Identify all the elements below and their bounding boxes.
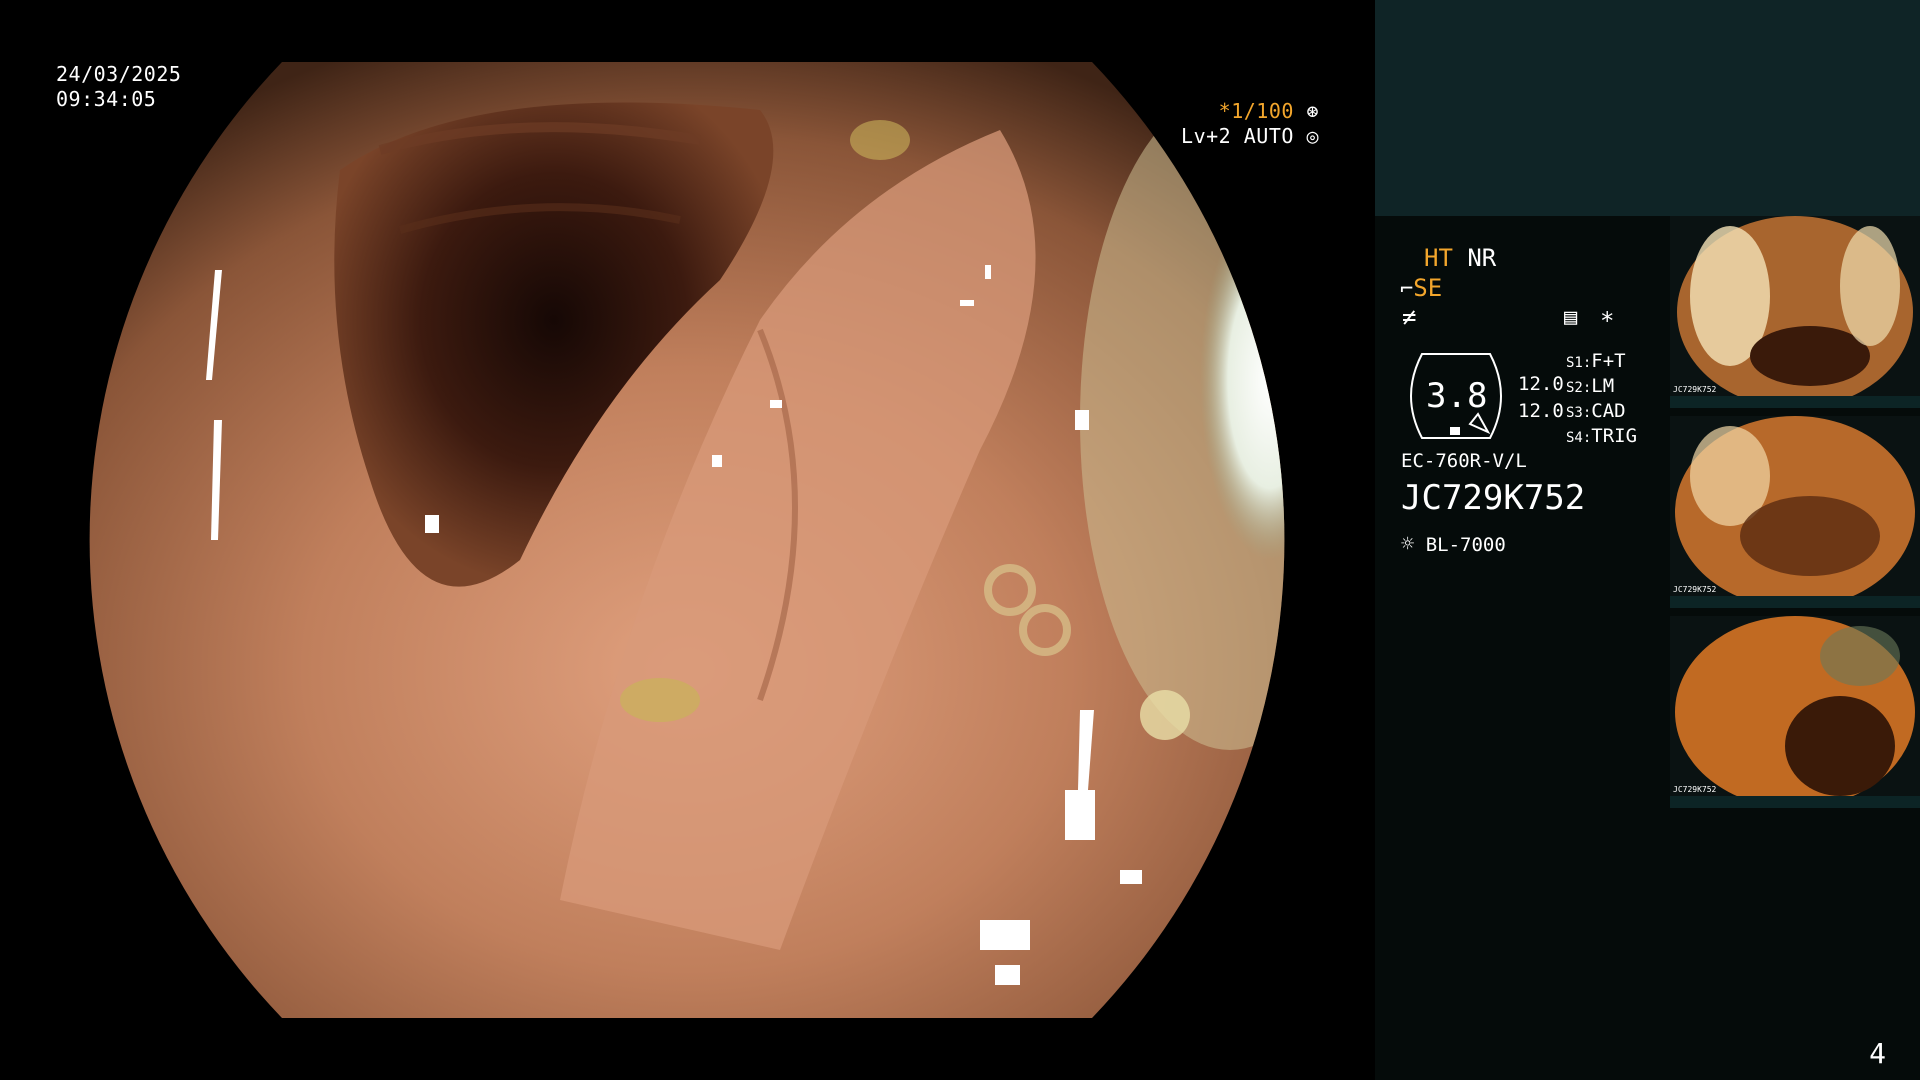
thumbnail-3[interactable]: JC729K752 [1670,616,1920,808]
light-source-icon: ☼ [1401,532,1415,557]
thumbnail-1[interactable]: JC729K752 [1670,216,1920,408]
thumbnail-serial: JC729K752 [1673,585,1717,594]
light-source-text: BL-7000 [1425,534,1506,556]
light-source-row: ☼ BL-7000 [1401,533,1506,557]
shutter-icon: ⊛ [1306,99,1319,123]
thumbnail-image [1670,216,1920,408]
shutter-text: *1/100 [1218,99,1294,123]
thumbnail-image [1670,416,1920,608]
ht-label: HT NR [1424,244,1497,272]
level-text: Lv+2 AUTO [1181,124,1294,148]
thumbnail-2[interactable]: JC729K752 [1670,416,1920,608]
scope-serial: JC729K752 [1401,478,1586,518]
structure-enhance-icon: ⌐ [1400,277,1414,302]
switch-s1: S1:F+T [1566,350,1626,372]
gauge-value: 3.8 [1426,376,1488,416]
date-time-overlay: 24/03/2025 09:34:05 [56,62,181,112]
thumbnail-serial: JC729K752 [1673,385,1717,394]
exposure-overlay: *1/100 ⊛ Lv+2 AUTO ◎ [1181,99,1319,149]
iris-icon: ◎ [1306,124,1319,148]
endoscopic-image [89,62,1285,1018]
switch-s4: S4:TRIG [1566,425,1638,447]
se-label: SE [1413,274,1443,302]
se-row: ⌐SE [1400,274,1442,304]
time-text: 09:34:05 [56,87,157,111]
thumbnail-image [1670,616,1920,808]
value-1: 12.0 [1518,373,1564,395]
memo-icon: ▤ [1564,305,1578,330]
date-text: 24/03/2025 [56,62,182,86]
value-2: 12.0 [1518,400,1564,422]
page-number: 4 [1869,1037,1886,1070]
side-panel-header [1375,0,1920,216]
scope-model: EC-760R-V/L [1401,450,1527,472]
nr-label: NR [1467,244,1497,272]
endoscope-view: 24/03/2025 09:34:05 *1/100 ⊛ Lv+2 AUTO ◎ [0,0,1375,1080]
switch-s3: S3:CAD [1566,400,1626,422]
thumbnail-serial: JC729K752 [1673,785,1717,794]
color-mode-icon: ≠ [1402,303,1417,331]
switch-s2: S2:LM [1566,375,1615,397]
asterisk-indicator: * [1600,307,1615,335]
